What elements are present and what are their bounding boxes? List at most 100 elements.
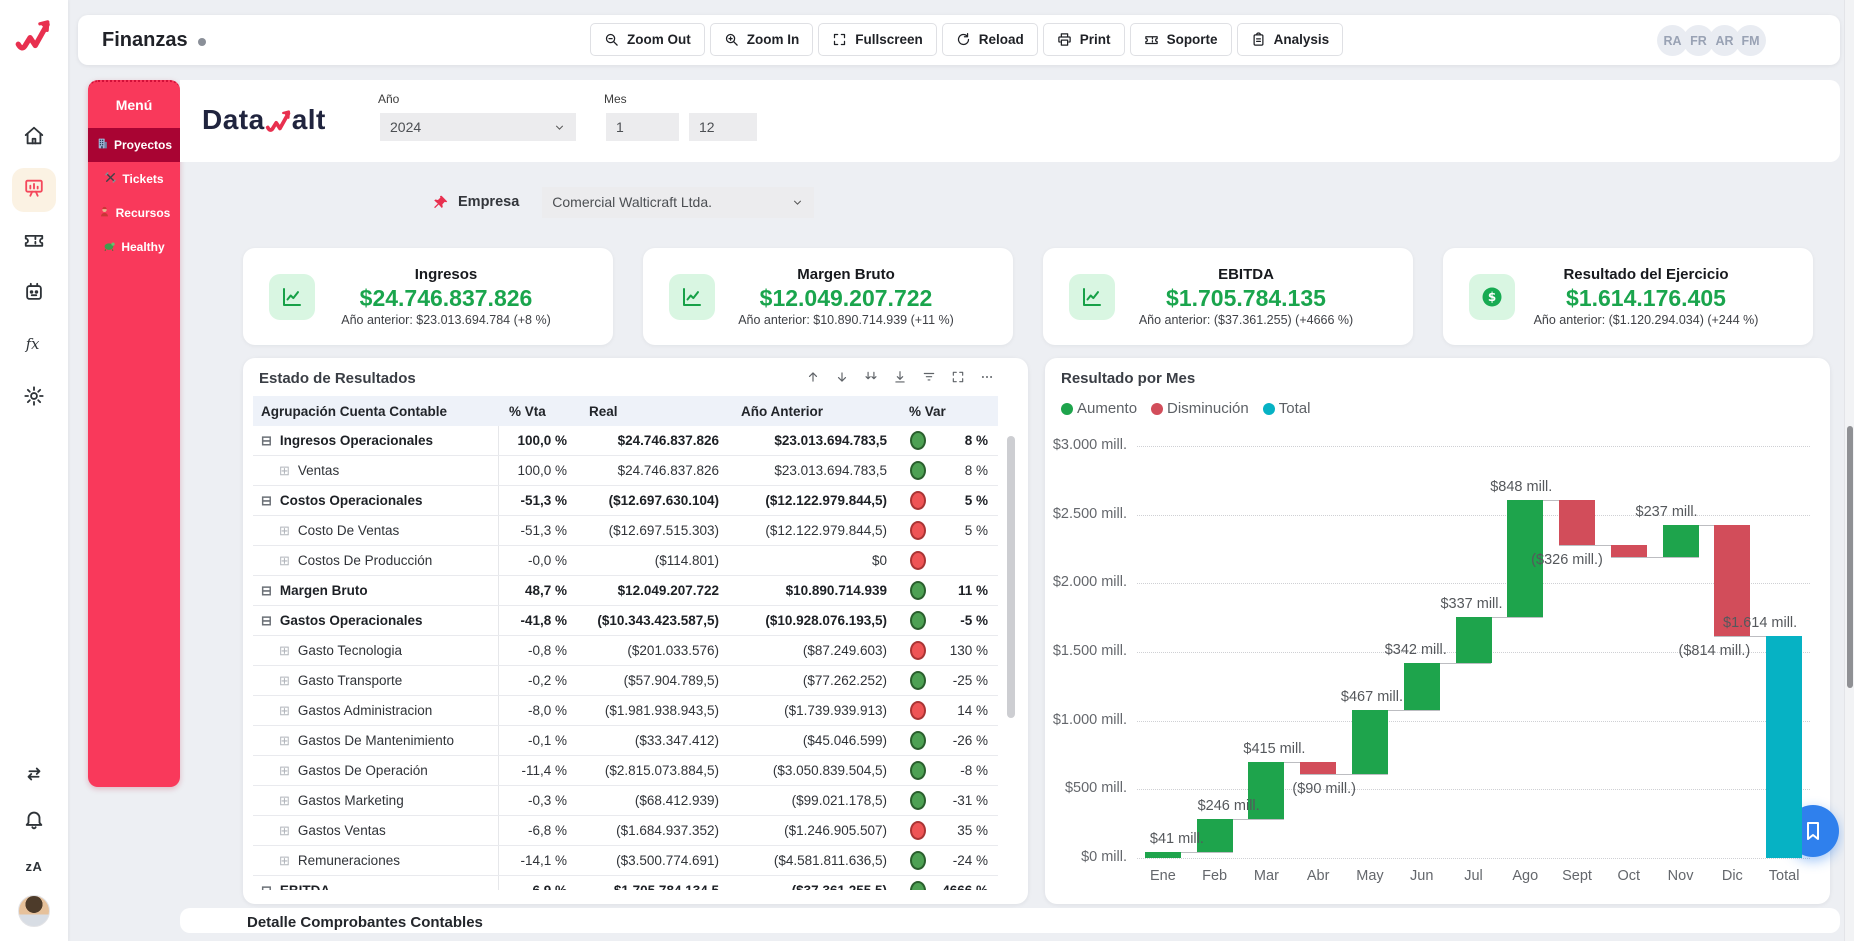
menu-item-healthy[interactable]: Healthy: [88, 230, 180, 264]
table-row[interactable]: ⊞Ventas100,0 %$24.746.837.826$23.013.694…: [253, 456, 998, 486]
analysis-button[interactable]: Analysis: [1237, 23, 1344, 56]
prev-year-value: ($45.046.599): [731, 733, 899, 748]
expand-icon[interactable]: ⊞: [279, 764, 290, 777]
year-dropdown[interactable]: 2024: [380, 113, 576, 141]
prev-year-value: ($1.739.939.913): [731, 703, 899, 718]
focus-mode-icon[interactable]: [951, 370, 965, 384]
table-row[interactable]: ⊟Margen Bruto48,7 %$12.049.207.722$10.89…: [253, 576, 998, 606]
reload-icon: [956, 32, 971, 47]
company-dropdown[interactable]: Comercial Walticraft Ltda.: [542, 187, 814, 218]
data-label: $415 mill.: [1214, 741, 1334, 757]
column-header[interactable]: Año Anterior: [731, 404, 899, 419]
collapse-icon[interactable]: ⊟: [261, 434, 272, 447]
sidebar-item-tickets[interactable]: [12, 220, 56, 264]
table-row[interactable]: ⊟Gastos Operacionales-41,8 %($10.343.423…: [253, 606, 998, 636]
expand-icon[interactable]: ⊞: [279, 644, 290, 657]
account-name: Gastos De Operación: [298, 763, 428, 778]
filter-icon[interactable]: [922, 370, 936, 384]
legend-dot: [1061, 403, 1073, 415]
data-label: $342 mill.: [1356, 642, 1476, 658]
prev-year-value: ($99.021.178,5): [731, 793, 899, 808]
sidebar-item-functions[interactable]: fx: [12, 324, 56, 368]
table-row[interactable]: ⊟Ingresos Operacionales100,0 %$24.746.83…: [253, 426, 998, 456]
page-scrollbar[interactable]: [1844, 0, 1854, 941]
waterfall-bar-sept[interactable]: [1559, 500, 1595, 545]
sidebar-item-settings[interactable]: [12, 376, 56, 420]
table-scrollbar-thumb[interactable]: [1007, 436, 1015, 718]
zoom-out-button[interactable]: Zoom Out: [590, 23, 705, 56]
table-row[interactable]: ⊞Gastos Ventas-6,8 %($1.684.937.352)($1.…: [253, 816, 998, 846]
table-row[interactable]: ⊞Costos De Producción-0,0 %($114.801)$0: [253, 546, 998, 576]
legend-item[interactable]: Disminución: [1151, 400, 1249, 417]
expand-icon[interactable]: ⊞: [279, 554, 290, 567]
data-label: $237 mill.: [1607, 504, 1727, 520]
reload-button[interactable]: Reload: [942, 23, 1038, 56]
expand-icon[interactable]: ⊞: [279, 734, 290, 747]
data-label: $1.614 mill.: [1700, 615, 1820, 631]
month-from-input[interactable]: [606, 113, 679, 141]
column-header[interactable]: Real: [579, 404, 731, 419]
table-row[interactable]: ⊞Gasto Tecnologia-0,8 %($201.033.576)($8…: [253, 636, 998, 666]
column-header[interactable]: % Vta: [499, 404, 579, 419]
table-title: Estado de Resultados: [259, 370, 416, 387]
table-row[interactable]: ⊞Gastos Marketing-0,3 %($68.412.939)($99…: [253, 786, 998, 816]
expand-icon[interactable]: ⊞: [279, 824, 290, 837]
collapse-icon[interactable]: ⊟: [261, 584, 272, 597]
expand-icon[interactable]: ⊞: [279, 674, 290, 687]
menu-item-tickets[interactable]: Tickets: [88, 162, 180, 196]
drill-down-icon[interactable]: [835, 370, 849, 384]
sidebar-item-language[interactable]: zA: [18, 850, 50, 882]
sidebar-item-dashboards[interactable]: [12, 168, 56, 212]
zoom-in-button[interactable]: Zoom In: [710, 23, 814, 56]
legend-item[interactable]: Total: [1263, 400, 1311, 417]
page-scrollbar-thumb[interactable]: [1847, 426, 1853, 688]
menu-item-recursos[interactable]: Recursos: [88, 196, 180, 230]
expand-icon[interactable]: ⊞: [279, 524, 290, 537]
legend-dot: [1263, 403, 1275, 415]
sidebar-item-home[interactable]: [12, 116, 56, 160]
more-options-icon[interactable]: [980, 370, 994, 384]
table-row[interactable]: ⊟EBITDA6,9 %$1.705.784.134,5($37.361.255…: [253, 876, 998, 890]
account-name: Remuneraciones: [298, 853, 400, 868]
waterfall-bar-may[interactable]: [1352, 710, 1388, 774]
x-axis-tick: Feb: [1189, 868, 1241, 884]
expand-icon[interactable]: ⊞: [279, 704, 290, 717]
collapse-icon[interactable]: ⊟: [261, 884, 272, 890]
legend-item[interactable]: Aumento: [1061, 400, 1137, 417]
waterfall-bar-ene[interactable]: [1145, 852, 1181, 858]
collapse-icon[interactable]: ⊟: [261, 494, 272, 507]
sidebar-item-notifications[interactable]: [18, 805, 50, 837]
expand-all-icon[interactable]: [893, 370, 907, 384]
table-row[interactable]: ⊟Costos Operacionales-51,3 %($12.697.630…: [253, 486, 998, 516]
waterfall-bar-abr[interactable]: [1300, 762, 1336, 774]
table-row[interactable]: ⊞Gastos De Operación-11,4 %($2.815.073.8…: [253, 756, 998, 786]
detail-section-title: Detalle Comprobantes Contables: [247, 914, 1840, 931]
table-row[interactable]: ⊞Gastos Administracion-8,0 %($1.981.938.…: [253, 696, 998, 726]
table-row[interactable]: ⊞Remuneraciones-14,1 %($3.500.774.691)($…: [253, 846, 998, 876]
home-icon: [23, 125, 45, 152]
table-row[interactable]: ⊞Gastos De Mantenimiento-0,1 %($33.347.4…: [253, 726, 998, 756]
waterfall-bar-total[interactable]: [1766, 636, 1802, 858]
data-label: ($814 mill.): [1654, 643, 1774, 659]
collapse-icon[interactable]: ⊟: [261, 614, 272, 627]
waterfall-bar-nov[interactable]: [1663, 525, 1699, 558]
sidebar-item-planner[interactable]: [12, 272, 56, 316]
expand-icon[interactable]: ⊞: [279, 854, 290, 867]
column-header[interactable]: Agrupación Cuenta Contable: [253, 404, 499, 419]
drill-up-icon[interactable]: [806, 370, 820, 384]
avatar-fm[interactable]: FM: [1735, 25, 1766, 56]
go-next-level-icon[interactable]: [864, 370, 878, 384]
menu-item-proyectos[interactable]: Proyectos: [88, 128, 180, 162]
sidebar-item-collapse[interactable]: [18, 760, 50, 792]
month-to-input[interactable]: [689, 113, 757, 141]
table-row[interactable]: ⊞Gasto Transporte-0,2 %($57.904.789,5)($…: [253, 666, 998, 696]
expand-icon[interactable]: ⊞: [279, 794, 290, 807]
table-row[interactable]: ⊞Costo De Ventas-51,3 %($12.697.515.303)…: [253, 516, 998, 546]
expand-icon[interactable]: ⊞: [279, 464, 290, 477]
fullscreen-button[interactable]: Fullscreen: [818, 23, 937, 56]
account-name: Gastos Ventas: [298, 823, 386, 838]
column-header[interactable]: % Var: [899, 404, 992, 419]
soporte-button[interactable]: Soporte: [1130, 23, 1232, 56]
user-avatar-photo[interactable]: [18, 895, 50, 927]
print-button[interactable]: Print: [1043, 23, 1125, 56]
